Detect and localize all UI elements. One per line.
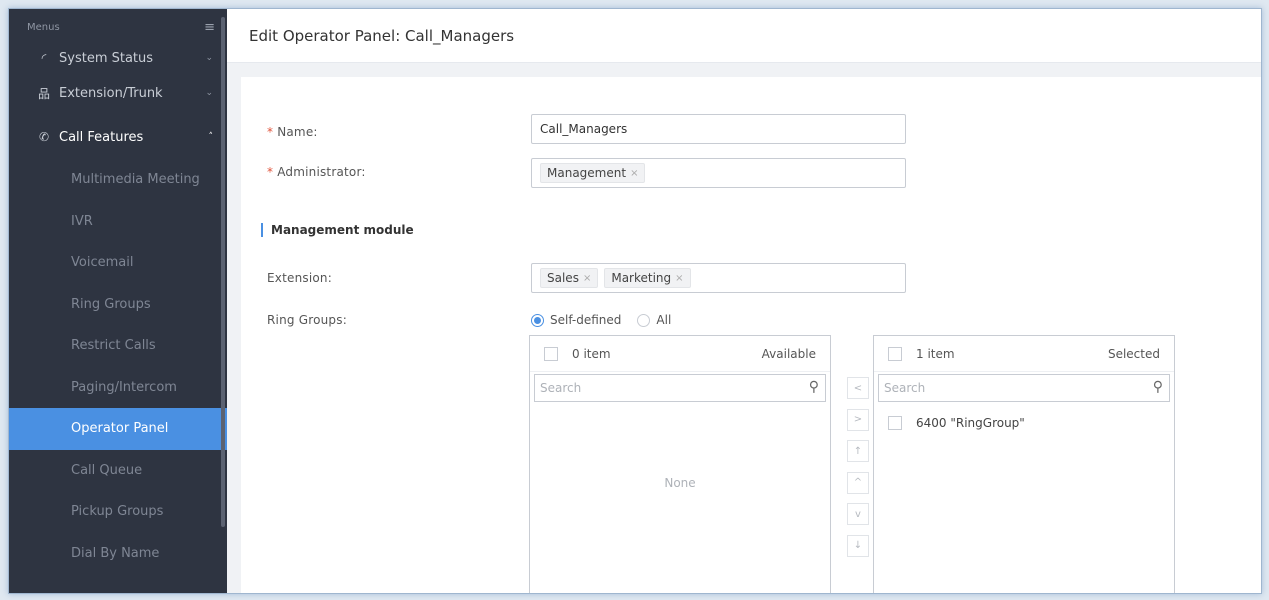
available-count: 0 item	[572, 346, 611, 361]
move-down-button[interactable]: v	[847, 503, 869, 525]
sidebar: Menus ≡ ◜ System Status ⌄ 品 Extension/Tr…	[9, 9, 227, 593]
extension-tag[interactable]: Sales ×	[540, 268, 599, 288]
administrator-label: * Administrator:	[267, 165, 366, 179]
ring-groups-label-text: Ring Groups:	[267, 313, 347, 327]
phone-icon: ✆	[38, 130, 50, 144]
sidebar-item-call-features[interactable]: ✆ Call Features ˄	[9, 115, 227, 159]
collapse-menu-icon[interactable]: ≡	[204, 20, 215, 35]
name-label: * Name:	[267, 125, 318, 139]
empty-state: None	[664, 476, 696, 490]
radio-all[interactable]	[637, 313, 651, 327]
available-list-header: 0 item Available	[530, 336, 830, 372]
available-list: 0 item Available Search ⚲ None	[529, 335, 831, 593]
move-top-button[interactable]: ↑	[847, 440, 869, 462]
sidebar-item-label: System Status	[59, 50, 154, 66]
chevron-down-icon: ⌄	[205, 88, 213, 98]
sidebar-item-extension-trunk[interactable]: 品 Extension/Trunk ⌄	[9, 71, 227, 115]
extension-label-text: Extension:	[267, 271, 332, 285]
sidebar-item-system-status[interactable]: ◜ System Status ⌄	[9, 45, 227, 71]
sidebar-item-ivr[interactable]: IVR	[9, 201, 227, 243]
selected-list: 1 item Selected Search ⚲ 6400 "RingGroup…	[873, 335, 1175, 593]
sidebar-item-operator-panel[interactable]: Operator Panel	[9, 408, 227, 450]
sidebar-item-multimedia-meeting[interactable]: Multimedia Meeting	[9, 159, 227, 201]
extension-select[interactable]: Sales × Marketing ×	[531, 263, 906, 293]
item-checkbox[interactable]	[888, 416, 902, 430]
radio-self-defined[interactable]	[531, 313, 544, 327]
network-icon: 品	[37, 86, 50, 101]
chevron-up-icon: ˄	[208, 132, 214, 142]
sidebar-item-ring-groups[interactable]: Ring Groups	[9, 284, 227, 326]
sidebar-scrollbar[interactable]	[221, 17, 225, 527]
required-marker: *	[267, 165, 274, 179]
list-item-label: 6400 "RingGroup"	[916, 416, 1025, 430]
administrator-label-text: Administrator:	[277, 165, 366, 179]
move-right-button[interactable]: >	[847, 408, 869, 431]
gauge-icon: ◜	[41, 51, 47, 65]
sidebar-item-voicemail[interactable]: Voicemail	[9, 242, 227, 284]
name-input-value: Call_Managers	[540, 122, 628, 136]
select-all-selected-checkbox[interactable]	[888, 346, 902, 361]
ring-groups-label: Ring Groups:	[267, 313, 347, 327]
selected-count: 1 item	[916, 346, 955, 361]
tag-label: Management	[547, 166, 627, 180]
remove-tag-icon[interactable]: ×	[630, 168, 638, 179]
app-window: Menus ≡ ◜ System Status ⌄ 品 Extension/Tr…	[8, 8, 1262, 594]
administrator-select[interactable]: Management ×	[531, 158, 906, 188]
radio-all-label[interactable]: All	[656, 313, 671, 327]
sidebar-item-dial-by-name[interactable]: Dial By Name	[9, 533, 227, 575]
search-placeholder: Search	[540, 381, 582, 395]
chevron-down-icon: ⌄	[205, 53, 213, 63]
select-all-available-checkbox[interactable]	[544, 346, 558, 361]
search-placeholder: Search	[884, 381, 926, 395]
sidebar-item-paging-intercom[interactable]: Paging/Intercom	[9, 367, 227, 409]
list-item[interactable]: 6400 "RingGroup"	[874, 402, 1174, 430]
required-marker: *	[267, 125, 274, 139]
search-icon[interactable]: ⚲	[809, 379, 819, 395]
selected-list-header: 1 item Selected	[874, 336, 1174, 372]
extension-tag[interactable]: Marketing ×	[604, 268, 691, 288]
section-accent-bar	[261, 223, 263, 237]
ring-groups-radio-group: Self-defined All	[531, 313, 671, 327]
page-title-bar: Edit Operator Panel: Call_Managers	[227, 9, 1261, 63]
sidebar-header: Menus ≡	[9, 9, 227, 45]
search-icon[interactable]: ⚲	[1153, 379, 1163, 395]
name-input[interactable]: Call_Managers	[531, 114, 906, 144]
administrator-tag[interactable]: Management ×	[540, 163, 646, 183]
section-title: Management module	[271, 223, 414, 237]
available-title: Available	[761, 346, 816, 361]
remove-tag-icon[interactable]: ×	[675, 273, 683, 284]
selected-title: Selected	[1107, 346, 1160, 361]
sidebar-item-label: Extension/Trunk	[59, 85, 163, 101]
sidebar-item-pickup-groups[interactable]: Pickup Groups	[9, 491, 227, 533]
sidebar-item-restrict-calls[interactable]: Restrict Calls	[9, 325, 227, 367]
form-panel: * Name: Call_Managers * Administrator: Man…	[241, 77, 1261, 593]
section-header: Management module	[261, 223, 414, 237]
tag-label: Sales	[547, 271, 579, 285]
available-search-input[interactable]: Search ⚲	[534, 374, 826, 402]
tag-label: Marketing	[611, 271, 672, 285]
name-label-text: Name:	[277, 125, 318, 139]
transfer-controls: < > ↑ ^ v ↓	[847, 377, 869, 566]
main-area: Edit Operator Panel: Call_Managers * Name…	[227, 9, 1261, 593]
radio-self-defined-label[interactable]: Self-defined	[550, 313, 621, 327]
move-left-button[interactable]: <	[847, 377, 869, 399]
move-bottom-button[interactable]: ↓	[847, 534, 869, 557]
menus-label: Menus	[27, 21, 60, 33]
selected-search-input[interactable]: Search ⚲	[878, 374, 1170, 402]
sidebar-item-call-queue[interactable]: Call Queue	[9, 450, 227, 492]
extension-label: Extension:	[267, 271, 332, 285]
move-up-button[interactable]: ^	[847, 471, 869, 494]
page-title: Edit Operator Panel: Call_Managers	[249, 26, 515, 45]
sidebar-item-label: Call Features	[59, 129, 144, 145]
remove-tag-icon[interactable]: ×	[583, 273, 591, 284]
